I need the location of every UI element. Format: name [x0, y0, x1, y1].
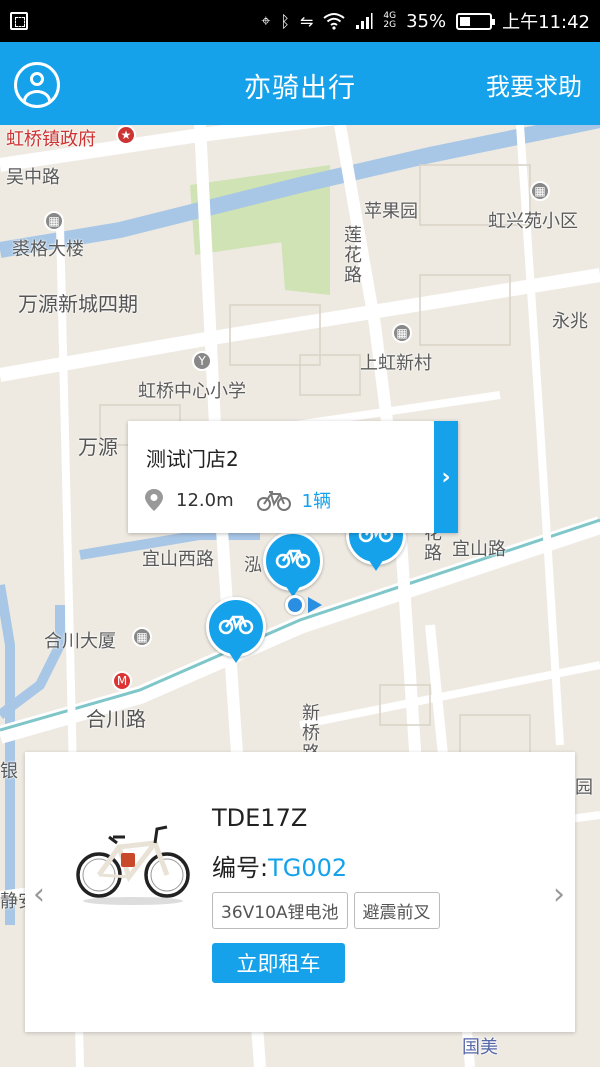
map-label: 虹兴苑小区: [488, 211, 578, 232]
current-location-icon: [285, 595, 305, 615]
school-icon: Y: [192, 351, 212, 371]
app-header: 亦骑出行 我要求助: [0, 42, 600, 125]
bike-count: 1辆: [301, 491, 332, 512]
bike-marker-tail: [368, 559, 384, 571]
map-label: 国美: [462, 1037, 498, 1058]
bike-tag: 避震前叉: [353, 892, 440, 929]
bike-tag: 36V10A锂电池: [212, 892, 348, 929]
map-label: 裘格大楼: [12, 239, 84, 260]
status-icons: ⌖ ᛒ ⇋ 4G 2G 35% 上午11:42: [261, 8, 590, 34]
location-pin-icon: [145, 489, 163, 511]
rent-now-button[interactable]: 立即租车: [212, 943, 345, 983]
next-bike-button[interactable]: ›: [553, 877, 565, 912]
network-type: 4G 2G: [383, 12, 396, 30]
store-meta: 12.0m 1辆: [144, 487, 331, 513]
status-bar: ⌖ ᛒ ⇋ 4G 2G 35% 上午11:42: [0, 0, 600, 42]
building-icon: ▦: [392, 323, 412, 343]
map-label: 吴中路: [6, 167, 60, 188]
wifi-icon: [323, 13, 346, 30]
network-bottom: 2G: [383, 20, 397, 30]
government-icon: ★: [116, 125, 136, 145]
bike-image: [76, 825, 190, 905]
battery-percent: 35%: [406, 10, 447, 32]
bike-marker-tail: [228, 651, 244, 663]
chevron-right-icon: ›: [441, 464, 451, 490]
bicycle-icon: [275, 549, 311, 569]
map-label: 宜山路: [452, 539, 506, 560]
metro-icon: M: [112, 671, 132, 691]
map-label: 合川大厦: [44, 631, 116, 652]
bluetooth-icon: ᛒ: [280, 11, 290, 31]
map-label: 苹果园: [364, 201, 418, 222]
bicycle-icon: [256, 491, 291, 511]
bicycle-icon: [218, 615, 254, 635]
clock: 上午11:42: [502, 12, 590, 33]
building-icon: ▦: [132, 627, 152, 647]
map-label: 虹桥中心小学: [138, 381, 246, 402]
bike-model: TDE17Z: [212, 804, 308, 832]
building-icon: ▦: [44, 211, 64, 231]
map-label: 宜山西路: [142, 549, 214, 570]
map-label: 上虹新村: [360, 353, 432, 374]
store-detail-button[interactable]: ›: [434, 421, 458, 533]
screenshot-icon: [10, 12, 28, 30]
store-distance: 12.0m: [176, 489, 234, 511]
map-label: 银: [0, 761, 18, 782]
store-name: 测试门店2: [146, 447, 239, 471]
store-popup[interactable]: 测试门店2 12.0m 1辆 ›: [128, 421, 458, 533]
vibrate-icon: ⇋: [300, 11, 314, 31]
heading-arrow-icon: [308, 597, 322, 613]
map-label: 园: [575, 777, 593, 798]
map-label: 泓: [244, 555, 262, 576]
bike-code: 编号:TG002: [212, 848, 347, 883]
map-label: 万源: [78, 435, 118, 459]
bike-card: ‹ › TDE17Z 编号:TG002 36V10A锂电池 避震前叉 立即租车: [25, 752, 575, 1032]
map-label: 永兆: [552, 311, 588, 332]
bike-tags: 36V10A锂电池 避震前叉: [212, 892, 440, 929]
map-label: 万源新城四期: [18, 292, 138, 316]
building-icon: ▦: [530, 181, 550, 201]
map-label: 虹桥镇政府: [6, 129, 96, 150]
battery-icon: [456, 12, 496, 30]
bike-code-value: TG002: [268, 854, 348, 882]
map-label: 莲花路: [341, 225, 362, 285]
bike-marker[interactable]: [206, 597, 266, 667]
battery-level: [460, 16, 471, 26]
bike-marker[interactable]: [263, 531, 323, 601]
map-label: 合川路: [86, 707, 146, 731]
bike-code-label: 编号:: [212, 854, 269, 882]
location-icon: ⌖: [261, 11, 271, 30]
help-button[interactable]: 我要求助: [486, 67, 582, 102]
previous-bike-button[interactable]: ‹: [33, 877, 45, 912]
signal-icon: [356, 13, 373, 29]
